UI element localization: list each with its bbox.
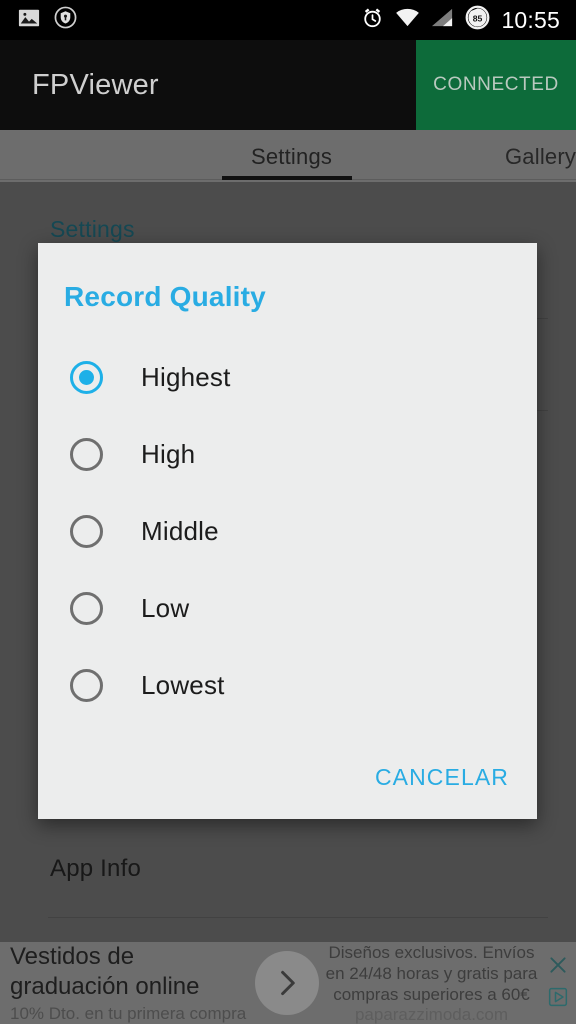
radio-icon-highest[interactable]: [70, 361, 103, 394]
dialog-action-bar: CANCELAR: [375, 764, 509, 791]
radio-icon-high[interactable]: [70, 438, 103, 471]
record-quality-option-list: Highest High Middle Low Lowest: [38, 339, 537, 724]
ad-controls: [544, 955, 576, 1012]
ad-url: paparazzimoda.com: [354, 1004, 509, 1024]
close-icon[interactable]: [548, 955, 568, 980]
ad-subline: 10% Dto. en tu primera compra: [10, 1004, 247, 1023]
chevron-right-icon[interactable]: [255, 951, 319, 1015]
ad-text-left: Vestidos de graduación online 10% Dto. e…: [0, 942, 255, 1024]
option-label-high: High: [141, 439, 196, 469]
shield-icon: [54, 6, 77, 34]
ad-headline: Vestidos de graduación online: [10, 943, 200, 1000]
option-label-lowest: Lowest: [141, 670, 225, 700]
alarm-icon: [361, 6, 384, 34]
option-low[interactable]: Low: [38, 570, 537, 647]
radio-icon-lowest[interactable]: [70, 669, 103, 702]
option-label-low: Low: [141, 593, 190, 623]
status-bar-clock: 10:55: [501, 6, 560, 33]
app-bar: FPViewer CONNECTED: [0, 40, 576, 130]
app-title: FPViewer: [32, 68, 159, 101]
ad-body-text: Diseños exclusivos. Envíos en 24/48 hora…: [325, 942, 538, 1004]
tab-gallery[interactable]: Gallery: [505, 144, 576, 182]
record-quality-dialog: Record Quality Highest High Middle Low L…: [38, 243, 537, 819]
radio-icon-middle[interactable]: [70, 515, 103, 548]
wifi-icon: [395, 7, 420, 33]
status-bar-left-icons: [0, 6, 77, 34]
tab-selected-indicator: [222, 176, 352, 180]
image-icon: [18, 7, 40, 34]
signal-icon: [431, 7, 454, 33]
option-label-middle: Middle: [141, 516, 219, 546]
cancel-button[interactable]: CANCELAR: [375, 764, 509, 791]
option-lowest[interactable]: Lowest: [38, 647, 537, 724]
tab-bar: Settings Gallery: [0, 130, 576, 182]
battery-level-text: 85: [473, 13, 483, 23]
battery-icon: 85: [465, 5, 490, 35]
status-bar: 85 10:55: [0, 0, 576, 40]
connected-button[interactable]: CONNECTED: [416, 40, 576, 130]
ad-banner[interactable]: Vestidos de graduación online 10% Dto. e…: [0, 942, 576, 1024]
adchoices-triangle-icon[interactable]: [548, 987, 568, 1012]
option-high[interactable]: High: [38, 416, 537, 493]
option-label-highest: Highest: [141, 362, 231, 392]
status-bar-right-icons: 85 10:55: [361, 5, 576, 35]
option-highest[interactable]: Highest: [38, 339, 537, 416]
radio-icon-low[interactable]: [70, 592, 103, 625]
dialog-title: Record Quality: [64, 281, 266, 312]
option-middle[interactable]: Middle: [38, 493, 537, 570]
ad-text-right: Diseños exclusivos. Envíos en 24/48 hora…: [319, 942, 544, 1024]
